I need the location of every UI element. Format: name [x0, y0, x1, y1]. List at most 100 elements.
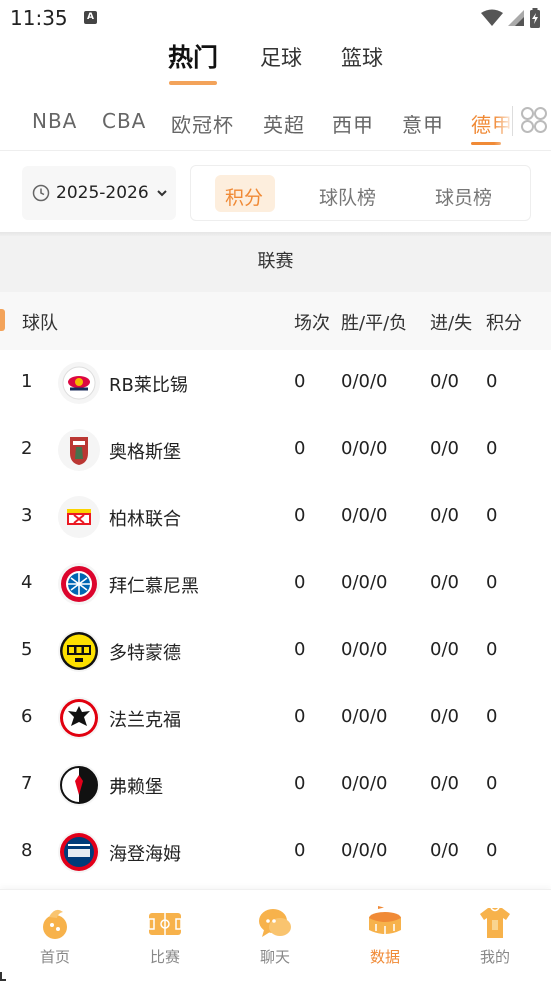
win-draw-loss: 0/0/0 [341, 438, 388, 459]
rank: 3 [21, 505, 33, 526]
league-tab-seriea[interactable]: 意甲 [402, 109, 444, 138]
league-tabs-fade [494, 96, 514, 148]
points: 0 [486, 438, 498, 459]
goals-for-against: 0/0 [430, 505, 459, 526]
season-selector[interactable]: 2025-2026 [22, 166, 176, 220]
augsburg-logo-icon [58, 429, 100, 471]
points: 0 [486, 572, 498, 593]
goals-for-against: 0/0 [430, 639, 459, 660]
dortmund-logo-icon [58, 630, 100, 672]
header-team: 球队 [22, 313, 58, 334]
season-label: 2025-2026 [56, 183, 149, 203]
table-row[interactable]: 8 海登海姆 0 0/0/0 0/0 0 [0, 819, 551, 886]
rank: 4 [21, 572, 33, 593]
nav-label: 数据 [369, 948, 400, 966]
team-name: 法兰克福 [109, 710, 181, 731]
freiburg-logo-icon [58, 764, 100, 806]
played: 0 [294, 572, 306, 593]
played: 0 [294, 505, 306, 526]
league-tab-ucl[interactable]: 欧冠杯 [171, 109, 234, 138]
wifi-icon [481, 9, 503, 26]
segment-team-ranking[interactable]: 球队榜 [319, 183, 376, 210]
top-tab-hot[interactable]: 热门 [168, 38, 218, 74]
match-field-icon [148, 913, 182, 935]
win-draw-loss: 0/0/0 [341, 706, 388, 727]
data-stadium-icon [369, 906, 401, 934]
status-bar: 11:35 A [0, 0, 551, 36]
league-tabs: NBA CBA 欧冠杯 英超 西甲 意甲 德甲 [0, 96, 551, 148]
nav-match[interactable]: 比赛 [110, 890, 220, 981]
heidenheim-logo-icon [58, 831, 100, 873]
table-row[interactable]: 3 柏林联合 0 0/0/0 0/0 0 [0, 484, 551, 551]
table-header: 球队 场次 胜/平/负 进/失 积分 [0, 292, 551, 350]
top-tab-football[interactable]: 足球 [260, 42, 302, 72]
rank: 8 [21, 840, 33, 861]
nav-label: 聊天 [259, 948, 290, 966]
table-row[interactable]: 2 奥格斯堡 0 0/0/0 0/0 0 [0, 417, 551, 484]
segment-standings[interactable]: 积分 [225, 183, 263, 210]
team-name: 柏林联合 [109, 509, 181, 530]
win-draw-loss: 0/0/0 [341, 371, 388, 392]
top-tabs: 热门 足球 篮球 [0, 38, 551, 88]
goals-for-against: 0/0 [430, 773, 459, 794]
top-tab-indicator [169, 81, 217, 85]
nav-data[interactable]: 数据 [330, 890, 440, 981]
league-tab-nba[interactable]: NBA [32, 109, 77, 133]
union-berlin-logo-icon [58, 496, 100, 538]
league-tab-laliga[interactable]: 西甲 [332, 109, 374, 138]
points: 0 [486, 371, 498, 392]
table-header-accent [0, 309, 5, 331]
league-tab-epl[interactable]: 英超 [263, 109, 305, 138]
rank: 1 [21, 371, 33, 392]
signal-icon [508, 10, 524, 26]
table-row[interactable]: 6 法兰克福 0 0/0/0 0/0 0 [0, 685, 551, 752]
played: 0 [294, 773, 306, 794]
top-tab-basketball[interactable]: 篮球 [341, 42, 383, 72]
team-name: 奥格斯堡 [109, 442, 181, 463]
league-tab-cba[interactable]: CBA [102, 109, 146, 133]
header-points: 积分 [486, 313, 522, 334]
team-name: 海登海姆 [109, 844, 181, 865]
bayern-logo-icon [58, 563, 100, 605]
team-name: 弗赖堡 [109, 777, 163, 798]
chat-bubble-icon [259, 909, 291, 937]
points: 0 [486, 706, 498, 727]
nav-home[interactable]: 首页 [0, 890, 110, 981]
section-title: 联赛 [0, 236, 551, 292]
nav-chat[interactable]: 聊天 [220, 890, 330, 981]
played: 0 [294, 706, 306, 727]
header-goals: 进/失 [430, 313, 473, 334]
points: 0 [486, 639, 498, 660]
ranking-segment-control: 积分 球队榜 球员榜 [190, 165, 531, 221]
goals-for-against: 0/0 [430, 438, 459, 459]
table-row[interactable]: 5 多特蒙德 0 0/0/0 0/0 0 [0, 618, 551, 685]
grid-menu-icon[interactable] [520, 106, 548, 134]
home-icon [43, 909, 67, 939]
table-row[interactable]: 4 拜仁慕尼黑 0 0/0/0 0/0 0 [0, 551, 551, 618]
table-row[interactable]: 7 弗赖堡 0 0/0/0 0/0 0 [0, 752, 551, 819]
chevron-down-icon [156, 190, 167, 197]
team-name: 多特蒙德 [109, 643, 181, 664]
profile-jersey-icon [480, 907, 510, 938]
segment-player-ranking[interactable]: 球员榜 [435, 183, 492, 210]
header-wdl: 胜/平/负 [341, 313, 408, 334]
team-name: RB莱比锡 [109, 375, 188, 396]
league-tabs-divider [512, 106, 513, 136]
win-draw-loss: 0/0/0 [341, 572, 388, 593]
goals-for-against: 0/0 [430, 840, 459, 861]
played: 0 [294, 840, 306, 861]
rank: 2 [21, 438, 33, 459]
win-draw-loss: 0/0/0 [341, 505, 388, 526]
rank: 5 [21, 639, 33, 660]
team-name: 拜仁慕尼黑 [109, 576, 199, 597]
nav-profile[interactable]: 我的 [440, 890, 550, 981]
table-row[interactable]: 1 RB莱比锡 0 0/0/0 0/0 0 [0, 350, 551, 417]
played: 0 [294, 371, 306, 392]
win-draw-loss: 0/0/0 [341, 639, 388, 660]
nav-label: 比赛 [149, 948, 180, 966]
rank: 6 [21, 706, 33, 727]
played: 0 [294, 639, 306, 660]
notification-icon: A [84, 11, 97, 24]
corner-mark [0, 972, 6, 981]
rb-leipzig-logo-icon [58, 362, 100, 404]
